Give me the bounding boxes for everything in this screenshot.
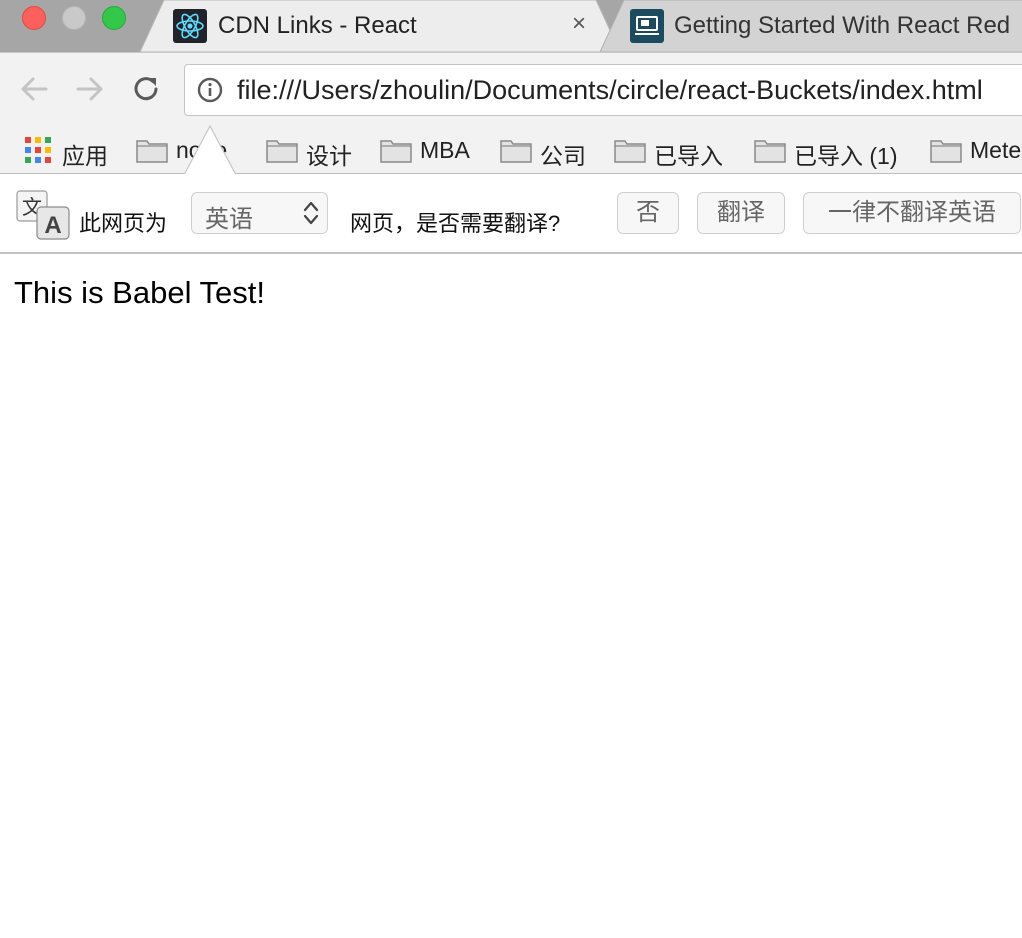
- window-maximize-button[interactable]: [102, 6, 126, 30]
- svg-text:A: A: [44, 212, 61, 239]
- monitor-icon: [630, 9, 664, 43]
- info-icon[interactable]: [197, 77, 223, 103]
- tab-cdn-links[interactable]: CDN Links - React ×: [140, 0, 620, 52]
- page-body-text: This is Babel Test!: [14, 275, 265, 310]
- tab-title: CDN Links - React: [218, 12, 417, 39]
- apps-grid-icon: [25, 137, 51, 168]
- never-translate-english-button[interactable]: 一律不翻译英语: [803, 192, 1021, 234]
- tab-strip: CDN Links - React × Getting Started With…: [0, 0, 1022, 52]
- translate-icon: 文 A: [16, 190, 70, 240]
- folder-icon: [500, 137, 532, 168]
- translate-question-text: 网页，是否需要翻译?: [350, 211, 561, 236]
- tab-close-icon[interactable]: ×: [572, 10, 586, 38]
- bookmark-label: 已导入 (1): [794, 143, 898, 169]
- updown-chevron-icon: [303, 199, 319, 227]
- window-close-button[interactable]: [22, 6, 46, 30]
- folder-icon: [754, 137, 786, 168]
- folder-icon: [136, 137, 168, 168]
- language-value: 英语: [205, 206, 253, 233]
- bookmark-label: Meteor: [970, 137, 1022, 163]
- browser-toolbar: file:///Users/zhoulin/Documents/circle/r…: [0, 52, 1022, 126]
- react-logo-icon: [173, 9, 207, 43]
- url-text: file:///Users/zhoulin/Documents/circle/r…: [237, 75, 983, 105]
- bookmarks-bar: 应用 node 设计 MBA 公司 已导入 已导入 (1): [0, 126, 1022, 174]
- forward-icon[interactable]: [72, 71, 108, 107]
- bookmark-label: 设计: [306, 143, 352, 169]
- translate-prefix-text: 此网页为: [79, 211, 168, 236]
- back-icon[interactable]: [16, 71, 52, 107]
- tab-getting-started[interactable]: Getting Started With React Red: [600, 0, 1022, 52]
- window-minimize-button[interactable]: [62, 6, 86, 30]
- address-bar[interactable]: file:///Users/zhoulin/Documents/circle/r…: [184, 64, 1022, 116]
- folder-icon: [266, 137, 298, 168]
- language-select[interactable]: 英语: [191, 192, 328, 234]
- bookmark-label: MBA: [420, 137, 470, 163]
- bookmark-label: 已导入: [654, 143, 723, 169]
- tab-title: Getting Started With React Red: [674, 12, 1011, 39]
- translate-button[interactable]: 翻译: [697, 192, 785, 234]
- no-translate-button[interactable]: 否: [617, 192, 679, 234]
- bookmark-label: 应用: [62, 143, 108, 169]
- folder-icon: [614, 137, 646, 168]
- reload-icon[interactable]: [128, 71, 164, 107]
- translate-popup-pointer: [184, 125, 237, 175]
- folder-icon: [380, 137, 412, 168]
- translate-bar: 文 A 此网页为 英语 网页，是否需要翻译? 否 翻译 一律不翻译英语: [0, 174, 1022, 254]
- bookmark-label: 公司: [540, 143, 586, 169]
- folder-icon: [930, 137, 962, 168]
